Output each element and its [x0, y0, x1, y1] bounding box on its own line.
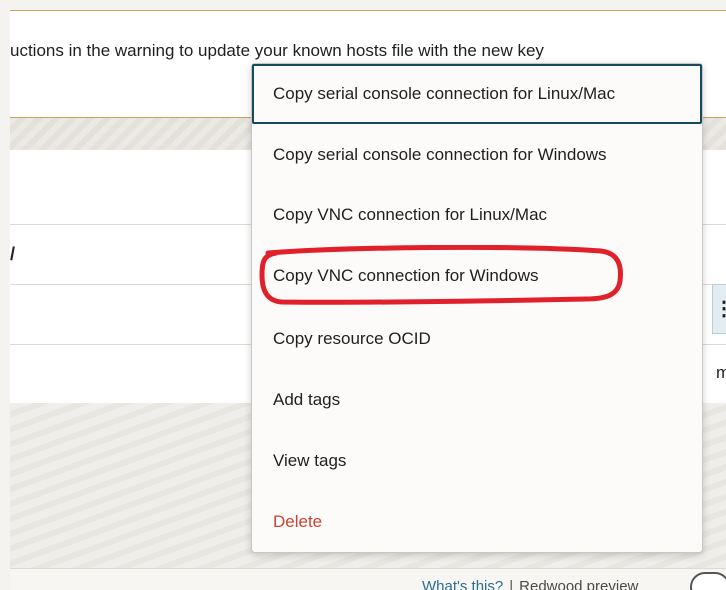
left-strip	[0, 0, 10, 590]
kebab-menu-button[interactable]: ⋮	[712, 284, 726, 334]
menu-item-copy-serial-windows[interactable]: Copy serial console connection for Windo…	[252, 125, 702, 185]
top-band	[10, 0, 726, 10]
menu-item-add-tags[interactable]: Add tags	[252, 370, 702, 430]
menu-item-copy-vnc-windows[interactable]: Copy VNC connection for Windows	[252, 246, 702, 306]
footer: What's this? | Redwood preview	[10, 568, 726, 590]
redwood-preview-label: Redwood preview	[519, 578, 639, 590]
row-trailing-text: m	[716, 363, 726, 382]
menu-item-copy-vnc-linux[interactable]: Copy VNC connection for Linux/Mac	[252, 185, 702, 245]
row-label-fragment: /	[10, 244, 16, 264]
menu-item-copy-resource-ocid[interactable]: Copy resource OCID	[252, 309, 702, 369]
page: uctions in the warning to update your kn…	[0, 0, 726, 590]
warning-text: uctions in the warning to update your kn…	[10, 41, 544, 60]
actions-context-menu: Copy serial console connection for Linux…	[251, 63, 703, 553]
menu-item-copy-serial-linux[interactable]: Copy serial console connection for Linux…	[252, 64, 702, 124]
footer-separator: |	[509, 578, 514, 590]
menu-item-delete[interactable]: Delete	[252, 492, 702, 552]
menu-item-view-tags[interactable]: View tags	[252, 431, 702, 491]
whats-this-link[interactable]: What's this?	[422, 578, 503, 590]
redwood-preview-toggle[interactable]	[690, 572, 726, 590]
